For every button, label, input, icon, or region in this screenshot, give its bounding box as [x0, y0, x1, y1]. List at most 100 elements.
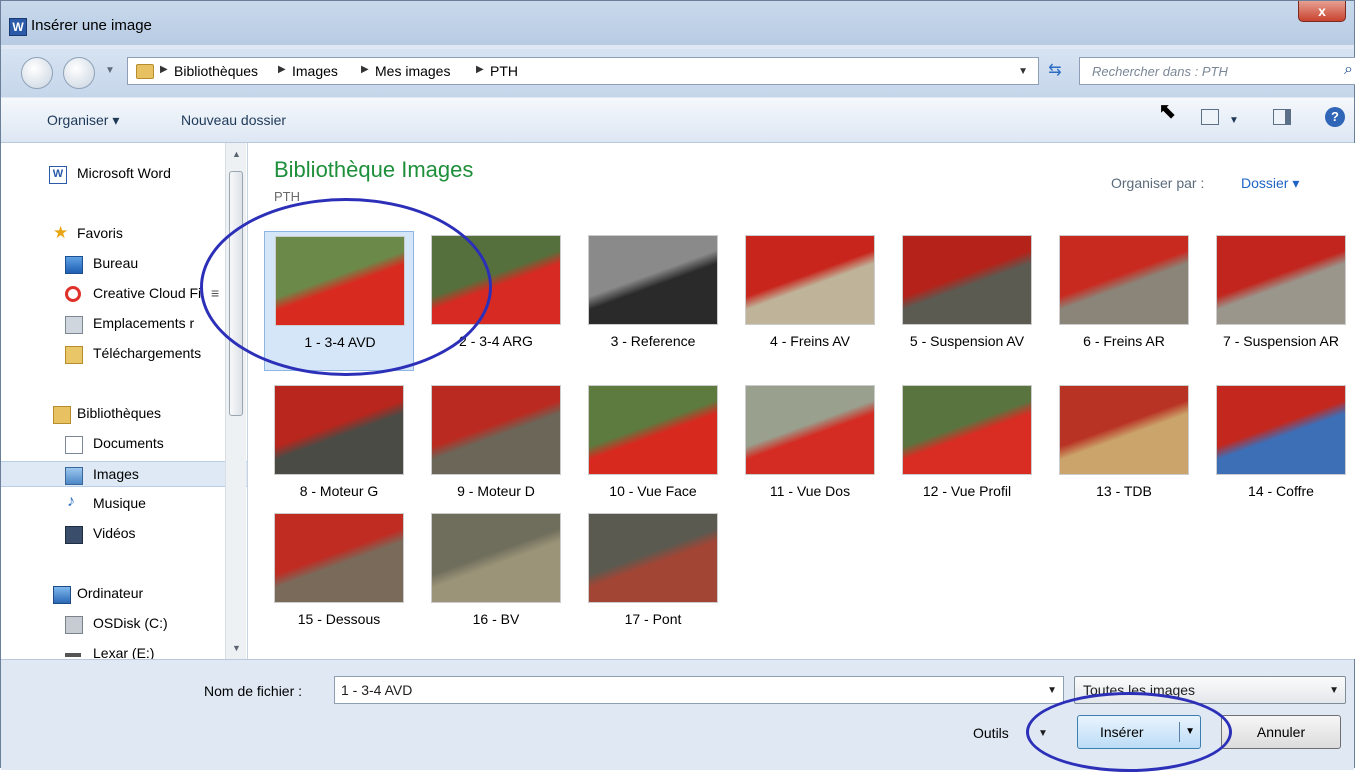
file-name: 9 - Moteur D — [457, 483, 535, 499]
file-tile[interactable]: 9 - Moteur D — [421, 381, 571, 521]
file-tile[interactable]: 12 - Vue Profil — [892, 381, 1042, 521]
sidebar-item-label: Creative Cloud Fi — [93, 285, 202, 301]
forward-button[interactable] — [63, 57, 95, 89]
address-chevron-down-icon[interactable]: ▼ — [1018, 66, 1028, 77]
file-tile[interactable]: 14 - Coffre — [1206, 381, 1355, 521]
resize-grip-icon[interactable]: ≡ — [211, 285, 219, 301]
breadcrumb-arrow-icon[interactable]: ▶ — [160, 64, 168, 75]
insert-button[interactable]: Insérer ▼ — [1077, 715, 1201, 749]
help-icon[interactable]: ? — [1325, 107, 1345, 127]
sidebar-item-microsoft-word[interactable]: W Microsoft Word — [1, 161, 247, 187]
new-folder-button[interactable]: Nouveau dossier — [181, 112, 286, 128]
file-tile[interactable]: 8 - Moteur G — [264, 381, 414, 521]
breadcrumb-images[interactable]: Images — [292, 63, 338, 79]
navigation-pane: W Microsoft Word ★ Favoris Bureau Creati… — [1, 143, 248, 659]
sidebar-item-osdisk[interactable]: OSDisk (C:) — [1, 611, 247, 637]
file-tile[interactable]: 10 - Vue Face — [578, 381, 728, 521]
refresh-icon[interactable]: ⇆ — [1041, 57, 1069, 85]
folder-icon — [136, 64, 154, 79]
sidebar-item-documents[interactable]: Documents — [1, 431, 247, 457]
library-subtitle: PTH — [274, 189, 300, 204]
tools-chevron-down-icon[interactable]: ▼ — [1038, 728, 1048, 739]
address-bar[interactable]: ▶ Bibliothèques ▶ Images ▶ Mes images ▶ … — [127, 57, 1039, 85]
cancel-button[interactable]: Annuler — [1221, 715, 1341, 749]
file-name: 14 - Coffre — [1248, 483, 1314, 499]
image-thumbnail — [431, 513, 561, 603]
title-bar: W Insérer une image x — [1, 1, 1354, 45]
file-tile[interactable]: 6 - Freins AR — [1049, 231, 1199, 371]
scroll-up-icon[interactable]: ▲ — [232, 149, 241, 159]
view-chevron-down-icon[interactable]: ▼ — [1229, 115, 1239, 126]
search-input[interactable]: Rechercher dans : PTH ⌕ — [1079, 57, 1355, 85]
file-tile[interactable]: 16 - BV — [421, 509, 571, 649]
file-tile[interactable]: 5 - Suspension AV — [892, 231, 1042, 371]
filename-value: 1 - 3-4 AVD — [341, 682, 413, 698]
insert-image-dialog: W Insérer une image x ▼ ▶ Bibliothèques … — [0, 0, 1355, 770]
file-tile[interactable]: 2 - 3-4 ARG — [421, 231, 571, 371]
organize-by-dropdown[interactable]: Dossier ▾ — [1241, 175, 1299, 192]
breadcrumb-pth[interactable]: PTH — [490, 63, 518, 79]
view-mode-icon[interactable] — [1201, 109, 1219, 125]
image-thumbnail — [274, 385, 404, 475]
sidebar-item-videos[interactable]: Vidéos — [1, 521, 247, 547]
file-tile[interactable]: 1 - 3-4 AVD — [264, 231, 414, 371]
sidebar-item-downloads[interactable]: Téléchargements — [1, 341, 247, 367]
filename-input[interactable]: 1 - 3-4 AVD ▼ — [334, 676, 1064, 704]
insert-button-label: Insérer — [1100, 724, 1144, 740]
search-icon[interactable]: ⌕ — [1344, 61, 1353, 79]
sidebar-scrollbar[interactable]: ▲ ▼ — [225, 143, 246, 659]
desktop-icon — [65, 256, 83, 274]
sidebar-item-label: Bibliothèques — [77, 405, 162, 421]
image-thumbnail — [1059, 385, 1189, 475]
file-tile[interactable]: 17 - Pont — [578, 509, 728, 649]
sidebar-item-label: Lexar (E:) — [93, 645, 155, 659]
image-thumbnail — [275, 236, 405, 326]
preview-pane-icon[interactable] — [1273, 109, 1291, 125]
places-icon — [65, 316, 83, 334]
sidebar-item-desktop[interactable]: Bureau — [1, 251, 247, 277]
sidebar-item-places[interactable]: Emplacements r — [1, 311, 247, 337]
filename-chevron-down-icon[interactable]: ▼ — [1047, 685, 1057, 696]
insert-chevron-down-icon[interactable]: ▼ — [1185, 716, 1195, 748]
sidebar-item-label: Favoris — [77, 225, 123, 241]
sidebar-item-label: Microsoft Word — [77, 165, 171, 181]
libraries-icon — [53, 406, 71, 424]
file-tile[interactable]: 13 - TDB — [1049, 381, 1199, 521]
insert-split-divider — [1179, 722, 1180, 742]
back-button[interactable] — [21, 57, 53, 89]
file-type-value: Toutes les images — [1083, 682, 1196, 698]
sidebar-item-libraries[interactable]: Bibliothèques — [1, 401, 247, 427]
sidebar-item-images[interactable]: Images — [1, 461, 247, 487]
file-name: 17 - Pont — [624, 611, 682, 627]
file-tile[interactable]: 15 - Dessous — [264, 509, 414, 649]
sidebar-item-creative-cloud[interactable]: Creative Cloud Fi ≡ — [1, 281, 247, 307]
documents-icon — [65, 436, 83, 454]
tools-menu[interactable]: Outils — [973, 725, 1009, 741]
sidebar-item-music[interactable]: ♪ Musique — [1, 491, 247, 517]
file-tile[interactable]: 11 - Vue Dos — [735, 381, 885, 521]
file-type-chevron-down-icon[interactable]: ▼ — [1329, 685, 1339, 696]
breadcrumb-arrow-icon[interactable]: ▶ — [361, 64, 369, 75]
downloads-icon — [65, 346, 83, 364]
sidebar-item-computer[interactable]: Ordinateur — [1, 581, 247, 607]
file-tile[interactable]: 3 - Reference — [578, 231, 728, 371]
breadcrumb-my-images[interactable]: Mes images — [375, 63, 450, 79]
window-title: Insérer une image — [31, 17, 152, 34]
breadcrumb-arrow-icon[interactable]: ▶ — [278, 64, 286, 75]
breadcrumb-arrow-icon[interactable]: ▶ — [476, 64, 484, 75]
sidebar-item-favorites[interactable]: ★ Favoris — [1, 221, 247, 247]
scrollbar-thumb[interactable] — [229, 171, 243, 416]
history-chevron-down-icon[interactable]: ▼ — [105, 65, 115, 76]
file-type-select[interactable]: Toutes les images ▼ — [1074, 676, 1346, 704]
creative-cloud-icon — [65, 286, 81, 302]
organize-menu[interactable]: Organiser ▾ — [47, 112, 119, 129]
file-name: 7 - Suspension AR — [1223, 333, 1339, 349]
file-name: 6 - Freins AR — [1083, 333, 1165, 349]
scroll-down-icon[interactable]: ▼ — [232, 643, 241, 653]
sidebar-item-label: Images — [93, 466, 139, 482]
sidebar-item-lexar[interactable]: Lexar (E:) — [1, 641, 247, 659]
close-button[interactable]: x — [1298, 1, 1346, 22]
file-tile[interactable]: 7 - Suspension AR — [1206, 231, 1355, 371]
file-tile[interactable]: 4 - Freins AV — [735, 231, 885, 371]
breadcrumb-libraries[interactable]: Bibliothèques — [174, 63, 258, 79]
